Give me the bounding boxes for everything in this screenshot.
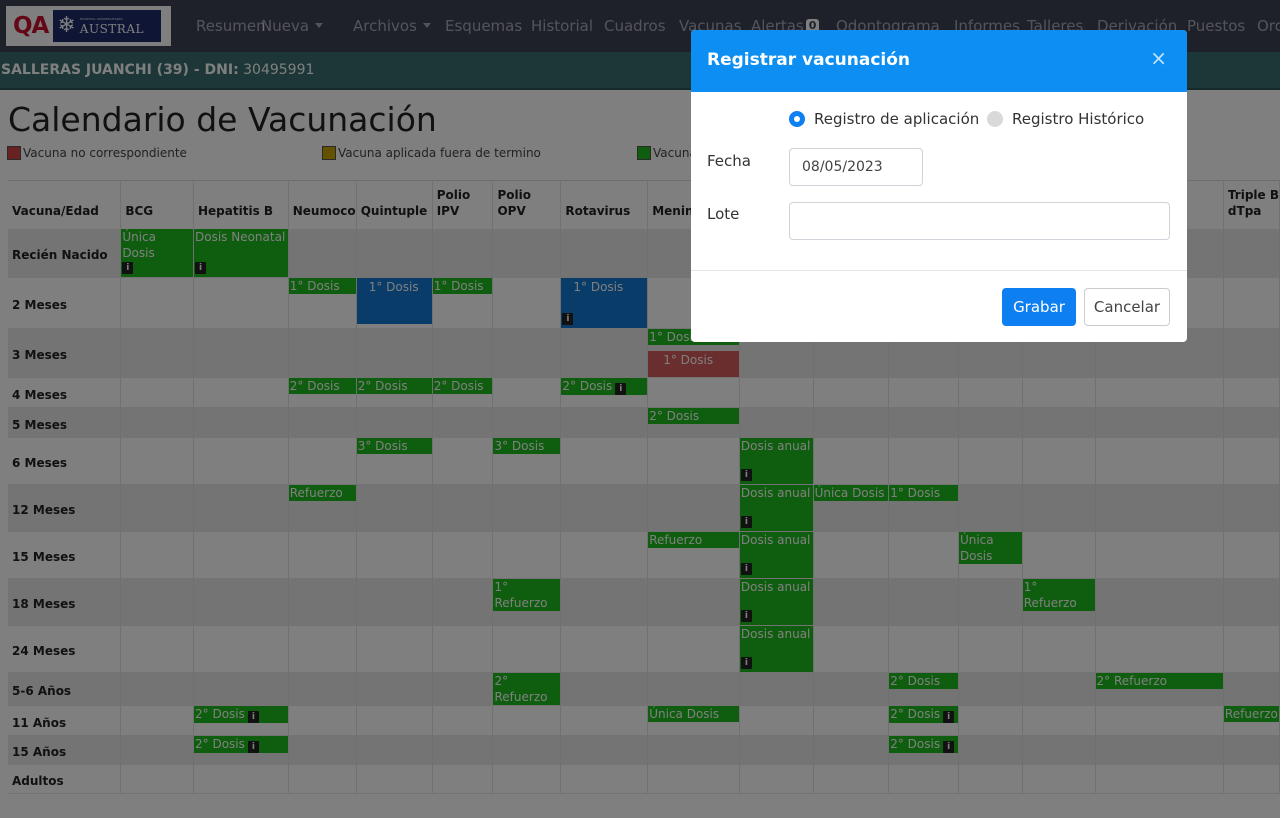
radio-checked-icon[interactable] <box>789 111 805 127</box>
radio-registro-historico[interactable]: Registro Histórico <box>987 110 1144 128</box>
radio-registro-aplicacion[interactable]: Registro de aplicación <box>789 110 979 128</box>
modal-title: Registrar vacunación <box>707 50 911 70</box>
fecha-input[interactable] <box>789 148 923 186</box>
close-icon[interactable]: × <box>1150 48 1167 68</box>
lote-label: Lote <box>707 205 740 223</box>
fecha-label: Fecha <box>707 152 751 170</box>
cancelar-button[interactable]: Cancelar <box>1084 288 1170 326</box>
radio-label-aplicacion: Registro de aplicación <box>814 110 980 128</box>
register-vaccination-modal: Registrar vacunación × Registro de aplic… <box>691 30 1187 342</box>
modal-footer-divider <box>691 270 1187 271</box>
lote-input[interactable] <box>789 202 1170 240</box>
radio-unchecked-icon[interactable] <box>987 111 1003 127</box>
radio-label-historico: Registro Histórico <box>1012 110 1145 128</box>
modal-header: Registrar vacunación × <box>691 30 1187 92</box>
grabar-button[interactable]: Grabar <box>1002 288 1076 326</box>
